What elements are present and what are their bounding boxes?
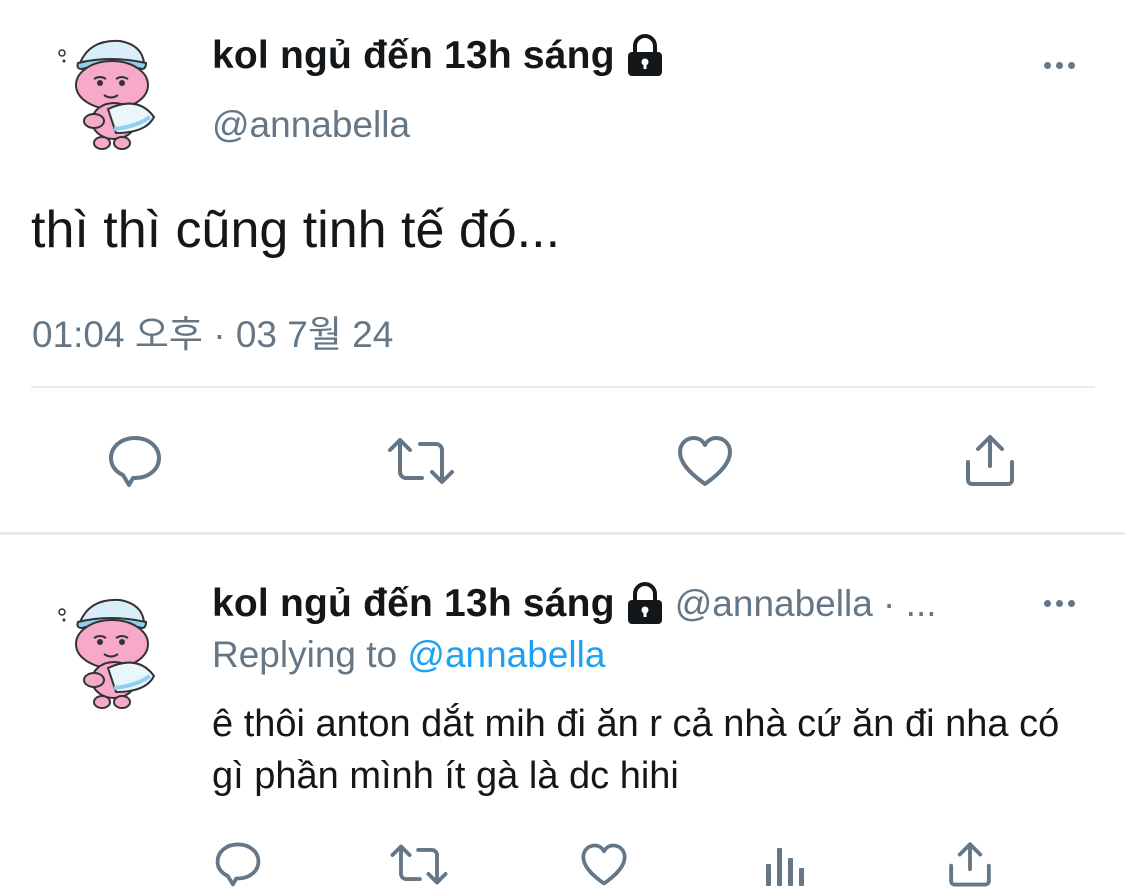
handle[interactable]: @annabella xyxy=(212,104,410,146)
reply-display-name[interactable]: kol ngủ đến 13h sáng xyxy=(212,582,615,626)
reply-avatar[interactable] xyxy=(50,592,170,712)
tweet-text: thì thì cũng tinh tế đó... xyxy=(31,201,561,259)
author-row: kol ngủ đến 13h sáng xyxy=(212,34,665,78)
retweet-icon[interactable] xyxy=(386,436,456,486)
section-divider xyxy=(0,532,1125,535)
timestamp[interactable]: 01:04 오후 · 03 7월 24 xyxy=(32,304,393,358)
reply-icon[interactable] xyxy=(214,841,262,887)
like-icon[interactable] xyxy=(676,434,734,488)
reply-text: ê thôi anton dắt mih đi ăn r cả nhà cứ ă… xyxy=(212,703,1060,797)
lock-icon xyxy=(625,582,665,626)
reply-more-options-icon[interactable] xyxy=(1044,600,1075,607)
lock-icon xyxy=(625,34,665,78)
reply-handle-meta[interactable]: @annabella · ... xyxy=(675,583,937,625)
more-options-icon[interactable] xyxy=(1044,62,1075,69)
avatar[interactable] xyxy=(50,33,170,153)
replying-to-label: Replying to xyxy=(212,634,398,675)
analytics-icon[interactable] xyxy=(764,842,808,888)
divider xyxy=(31,386,1095,388)
reply-author-row: kol ngủ đến 13h sáng @annabella · ... xyxy=(212,582,937,626)
replying-to-handle[interactable]: @annabella xyxy=(407,634,605,675)
reply-icon[interactable] xyxy=(107,434,163,488)
like-icon[interactable] xyxy=(580,842,628,887)
replying-to: Replying to @annabella xyxy=(212,634,605,676)
share-icon[interactable] xyxy=(962,432,1018,488)
share-icon[interactable] xyxy=(946,840,994,888)
display-name[interactable]: kol ngủ đến 13h sáng xyxy=(212,34,615,78)
retweet-icon[interactable] xyxy=(389,843,449,886)
